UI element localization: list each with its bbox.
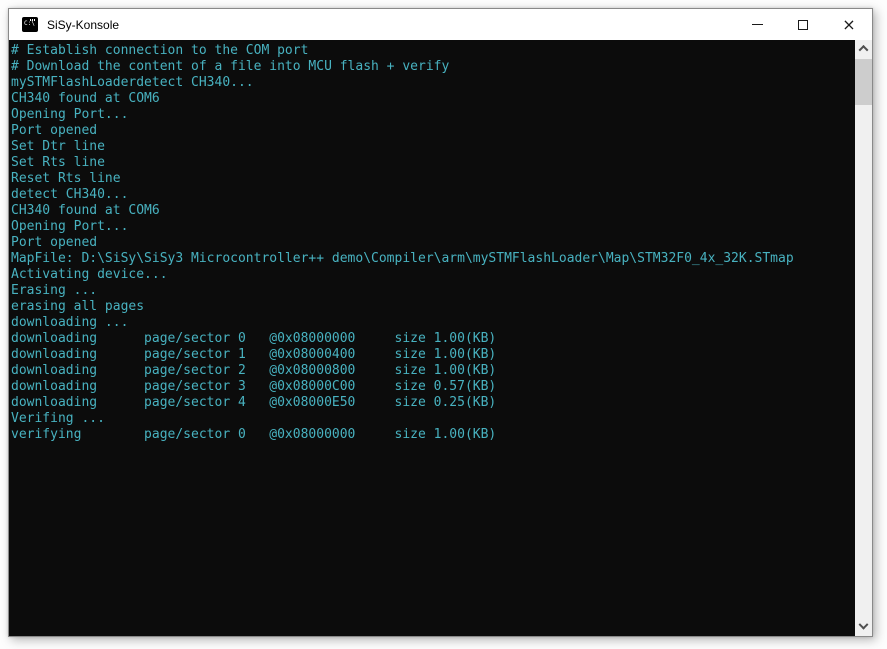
scrollbar-thumb[interactable]: [855, 59, 872, 105]
vertical-scrollbar[interactable]: [855, 40, 872, 636]
scroll-up-button[interactable]: [855, 40, 872, 57]
chevron-up-icon: [859, 45, 869, 55]
close-icon: ×: [842, 17, 855, 33]
console-app-icon: C:\: [22, 17, 38, 32]
maximize-button[interactable]: [780, 9, 826, 40]
scroll-down-button[interactable]: [855, 619, 872, 636]
console-window: C:\ SiSy-Konsole × # Establish connectio…: [8, 8, 873, 637]
maximize-icon: [798, 20, 808, 30]
window-title: SiSy-Konsole: [47, 18, 119, 32]
minimize-button[interactable]: [734, 9, 780, 40]
close-button[interactable]: ×: [826, 9, 872, 40]
console-output: # Establish connection to the COM port #…: [9, 40, 855, 636]
titlebar[interactable]: C:\ SiSy-Konsole ×: [9, 9, 872, 40]
console-icon-prompt-text: C:\: [24, 21, 35, 27]
console-area: # Establish connection to the COM port #…: [9, 40, 872, 636]
chevron-down-icon: [859, 620, 869, 630]
minimize-icon: [752, 24, 763, 25]
